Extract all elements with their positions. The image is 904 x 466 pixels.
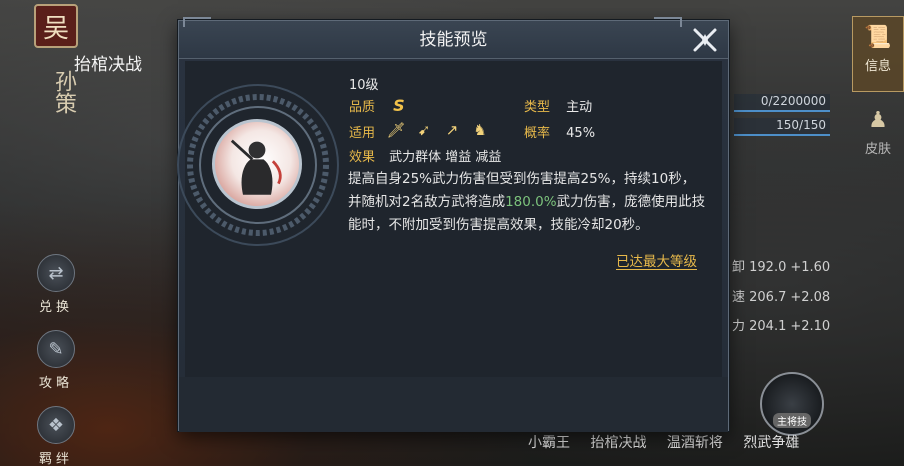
effect-row: 效果 武力群体 增益 减益 [349, 146, 501, 165]
skill-tab-bar: 小霸王 抬棺决战 温酒斩将 烈武争雄 [528, 432, 815, 452]
stat-delta: +2.08 [790, 290, 831, 305]
quality-row: 品质 S [349, 96, 405, 115]
effect-label: 效果 [349, 150, 376, 165]
chance-row: 概率 45% [524, 122, 595, 141]
stat-row: 速 206.7 +2.08 [732, 286, 830, 305]
exchange-button[interactable]: ⇄ 兑换 [36, 254, 76, 315]
type-row: 类型 主动 [524, 96, 592, 115]
stat-row: 卸 192.0 +1.60 [732, 256, 830, 275]
sword-icon: 🗡 [386, 121, 406, 139]
type-label: 类型 [524, 100, 551, 115]
exchange-label: 兑换 [38, 300, 73, 315]
spear-icon: ↗ [445, 121, 459, 139]
weapon-types: 🗡 ➹ ↗ ♞ [386, 120, 490, 140]
warrior-figure-icon [230, 139, 282, 195]
faction-seal: 吴 [34, 4, 78, 48]
hero-name: 孙策 [51, 70, 76, 114]
header-corner-ornament [654, 17, 682, 27]
tab-info-label: 信息 [864, 59, 891, 74]
applies-row: 适用 [349, 122, 375, 141]
lord-skill-badge: 主将技 [773, 413, 811, 428]
stat-row: 力 204.1 +2.10 [732, 315, 830, 334]
horse-icon: ♞ [473, 121, 487, 139]
stat-value: 速 206.7 [732, 290, 787, 305]
skill-tab[interactable]: 烈武争雄 [743, 432, 799, 452]
lord-skill-icon[interactable]: 主将技 [760, 372, 824, 436]
applies-label: 适用 [349, 126, 376, 141]
figure-icon: ♟ [868, 108, 888, 133]
modal-header: 技能预览 [179, 17, 728, 59]
stat-value: 卸 192.0 [732, 260, 787, 275]
modal-title: 技能预览 [419, 30, 488, 50]
skill-tab[interactable]: 抬棺决战 [590, 432, 646, 452]
strategy-icon: ✎ [37, 330, 75, 368]
skill-level: 10级 [349, 78, 379, 93]
quality-value: S [393, 96, 405, 115]
tab-skin-label: 皮肤 [864, 142, 891, 157]
close-icon [693, 28, 717, 52]
skill-portrait [212, 119, 302, 209]
chance-label: 概率 [524, 126, 551, 141]
tab-info[interactable]: 📜 信息 [852, 16, 904, 92]
bond-label: 羁绊 [38, 452, 73, 466]
modal-footer [179, 377, 728, 432]
tab-skin[interactable]: ♟ 皮肤 [852, 100, 904, 176]
type-value: 主动 [566, 100, 593, 115]
close-button[interactable] [686, 21, 724, 59]
troops-bar: 150/150 [734, 118, 830, 136]
quality-label: 品质 [349, 100, 376, 115]
skill-tab[interactable]: 温酒斩将 [667, 432, 723, 452]
skill-tab[interactable]: 小霸王 [528, 432, 570, 452]
chance-value: 45% [566, 126, 596, 141]
effect-tags: 武力群体 增益 减益 [389, 150, 502, 165]
strategy-button[interactable]: ✎ 攻略 [36, 330, 76, 391]
desc-damage-highlight: 180.0% [505, 194, 557, 210]
faction-seal-char: 吴 [42, 13, 69, 44]
strategy-label: 攻略 [38, 376, 73, 391]
exp-bar: 0/2200000 [734, 94, 830, 112]
skill-description: 提高自身25%武力伤害但受到伤害提高25%，持续10秒，并随机对2名敌方武将造成… [348, 168, 708, 237]
stat-delta: +2.10 [790, 319, 831, 334]
exchange-icon: ⇄ [37, 254, 75, 292]
bond-icon: ❖ [37, 406, 75, 444]
max-level-link[interactable]: 已达最大等级 [616, 250, 697, 270]
skill-name: 抬棺决战 [74, 55, 142, 75]
bond-button[interactable]: ❖ 羁绊 [36, 406, 76, 466]
scroll-icon: 📜 [864, 25, 892, 50]
stat-delta: +1.60 [790, 260, 831, 275]
stat-value: 力 204.1 [732, 319, 787, 334]
bow-icon: ➹ [417, 121, 431, 139]
header-corner-ornament [183, 17, 211, 27]
